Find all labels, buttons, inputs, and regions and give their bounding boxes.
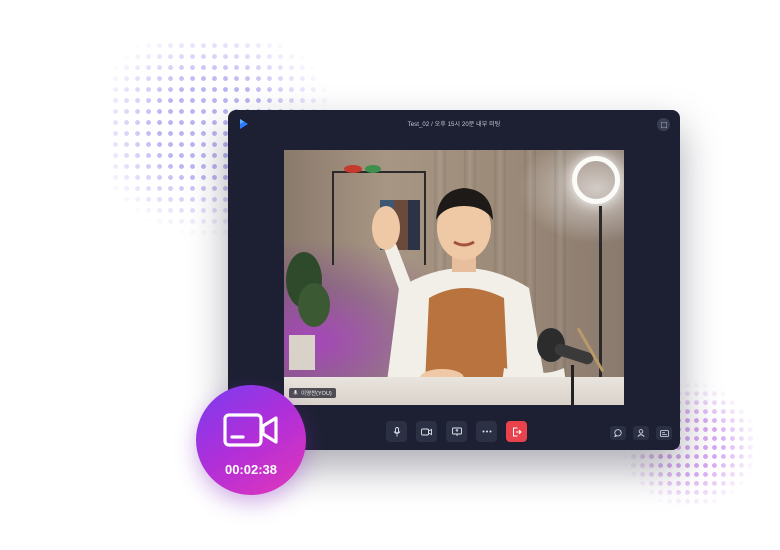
mic-small-icon — [293, 390, 298, 395]
window-menu-button[interactable] — [657, 118, 670, 131]
camera-button[interactable] — [416, 421, 437, 442]
camera-icon — [421, 428, 432, 435]
leave-icon — [512, 427, 522, 436]
meeting-window: Test_02 / 오후 15시 20분 내부 미팅 이영찬(YOU) — [228, 110, 680, 450]
participant-name: 이영찬(YOU) — [301, 391, 332, 397]
mic-icon — [393, 426, 400, 436]
call-controls — [386, 421, 527, 442]
caption-button[interactable] — [656, 426, 672, 440]
participants-icon — [637, 429, 645, 437]
video-camera-icon — [223, 413, 278, 447]
plant-image — [286, 252, 330, 370]
menu-icon — [660, 121, 667, 128]
mic-button[interactable] — [386, 421, 407, 442]
meeting-title: Test_02 / 오후 15시 20분 내부 미팅 — [407, 122, 501, 128]
share-screen-icon — [451, 427, 462, 436]
recording-timer: 00:02:38 — [224, 462, 278, 477]
participant-name-tag: 이영찬(YOU) — [289, 388, 336, 398]
leave-button[interactable] — [506, 421, 527, 442]
chat-icon — [614, 429, 622, 437]
more-icon — [482, 430, 491, 433]
chat-button[interactable] — [610, 426, 626, 440]
side-controls — [610, 426, 672, 440]
more-button[interactable] — [476, 421, 497, 442]
participants-button[interactable] — [633, 426, 649, 440]
recording-badge: 00:02:38 — [196, 385, 306, 495]
microphone-image — [537, 327, 605, 405]
video-feed: 이영찬(YOU) — [284, 150, 624, 405]
caption-icon — [659, 429, 669, 437]
share-screen-button[interactable] — [446, 421, 467, 442]
